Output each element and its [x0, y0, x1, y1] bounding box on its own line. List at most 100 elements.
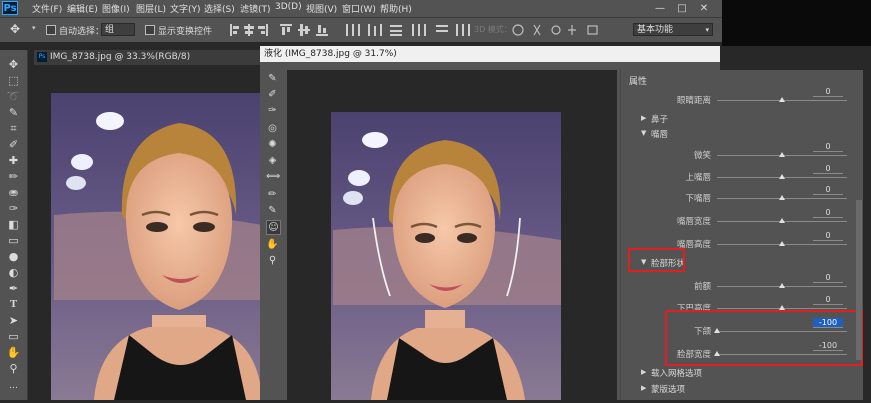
menu-filter[interactable]: 滤镜(T): [240, 2, 271, 15]
slider-value-field[interactable]: 0: [813, 185, 843, 195]
pucker-tool-icon[interactable]: ✺: [266, 138, 279, 151]
properties-panel: 属性 眼睛距离 0 ▶ 鼻子 ▼ 嘴唇 微笑 0 上嘴唇 0 下嘴唇 0 嘴唇宽度 0 嘴唇高度 0 ▼ 脸部形状…: [620, 70, 863, 400]
section-toggle-icon[interactable]: ▶: [641, 114, 646, 122]
menu-help[interactable]: 帮助(H): [380, 2, 412, 15]
path-select-tool-icon[interactable]: ➤: [6, 314, 21, 327]
close-icon[interactable]: ✕: [694, 1, 714, 16]
gradient-tool-icon[interactable]: ▭: [6, 234, 21, 247]
menu-view[interactable]: 视图(V): [306, 2, 337, 15]
workspace-value: 基本功能: [637, 25, 674, 35]
ps-file-icon: Ps: [37, 51, 47, 62]
menu-file[interactable]: 文件(F): [32, 2, 62, 15]
type-tool-icon[interactable]: T: [6, 298, 21, 311]
3d-mode-icons[interactable]: [510, 22, 620, 38]
push-left-tool-icon[interactable]: ⟺: [266, 170, 280, 183]
slider-value-field[interactable]: 0: [813, 208, 843, 218]
toolbox: ✥ ⬚ ➰ ✎ ⌗ ✐ ✚ ✏ ⛂ ✑ ◧ ▭ ● ◐ ✒ T ➤ ▭ ✋ ⚲ …: [0, 50, 28, 400]
document-canvas[interactable]: [34, 65, 262, 400]
dodge-tool-icon[interactable]: ◐: [6, 266, 21, 279]
smooth-tool-icon[interactable]: ✑: [266, 104, 279, 117]
section-toggle-icon[interactable]: ▼: [641, 129, 646, 137]
slider-thumb[interactable]: [779, 174, 785, 179]
menu-image[interactable]: 图像(I): [102, 2, 130, 15]
blur-tool-icon[interactable]: ●: [6, 250, 21, 263]
reconstruct-tool-icon[interactable]: ✐: [266, 88, 279, 101]
slider-thumb[interactable]: [779, 218, 785, 223]
slider-value-field[interactable]: 0: [813, 295, 843, 305]
marquee-tool-icon[interactable]: ⬚: [6, 74, 21, 87]
3d-mode-label: 3D 模式：: [474, 25, 512, 34]
twirl-tool-icon[interactable]: ◎: [266, 122, 279, 135]
hand-tool-icon[interactable]: ✋: [266, 238, 279, 251]
slider-value-field[interactable]: 0: [813, 273, 843, 283]
history-brush-tool-icon[interactable]: ✑: [6, 202, 21, 215]
hand-tool-icon[interactable]: ✋: [6, 346, 21, 359]
shape-tool-icon[interactable]: ▭: [6, 330, 21, 343]
options-bar: ✥ ▾ 自动选择： 组 显示变换控件 3D 模式： 基本功能 ▾: [0, 17, 722, 42]
eyedropper-tool-icon[interactable]: ✐: [6, 138, 21, 151]
menu-select[interactable]: 选择(S): [204, 2, 235, 15]
liquify-preview[interactable]: [287, 70, 617, 400]
forward-warp-tool-icon[interactable]: ✎: [266, 72, 279, 85]
brush-tool-icon[interactable]: ✏: [6, 170, 21, 183]
bloat-tool-icon[interactable]: ◈: [266, 154, 279, 167]
dropdown-arrow-icon: ▾: [705, 26, 709, 34]
slider-thumb[interactable]: [779, 152, 785, 157]
freeze-mask-tool-icon[interactable]: ✏: [266, 188, 279, 201]
healing-brush-tool-icon[interactable]: ✚: [6, 154, 21, 167]
show-transform-checkbox[interactable]: [145, 25, 155, 35]
document-tab[interactable]: Ps IMG_8738.jpg @ 33.3%(RGB/8): [34, 50, 264, 65]
menu-3d[interactable]: 3D(D): [275, 2, 302, 12]
thaw-mask-tool-icon[interactable]: ✎: [266, 204, 279, 217]
section-label[interactable]: 鼻子: [651, 113, 668, 125]
show-transform-label: 显示变换控件: [158, 27, 213, 37]
slider-label: 微笑: [693, 151, 711, 161]
slider-value-field[interactable]: 0: [813, 231, 843, 241]
zoom-tool-icon[interactable]: ⚲: [266, 254, 279, 267]
move-tool-icon[interactable]: ✥: [6, 58, 21, 71]
menu-layer[interactable]: 图层(L): [136, 2, 166, 15]
menu-type[interactable]: 文字(Y): [170, 2, 201, 15]
auto-select-label: 自动选择：: [59, 27, 105, 37]
auto-select-value: 组: [105, 25, 115, 35]
auto-select-checkbox[interactable]: [46, 25, 56, 35]
properties-scrollbar[interactable]: [856, 200, 862, 360]
quick-select-tool-icon[interactable]: ✎: [6, 106, 21, 119]
document-tab-title: IMG_8738.jpg @ 33.3%(RGB/8): [50, 52, 191, 62]
align-distribute-icons[interactable]: [228, 22, 508, 38]
section-label[interactable]: 载入网格选项: [651, 367, 702, 379]
liquify-toolbar: ✎ ✐ ✑ ◎ ✺ ◈ ⟺ ✏ ✎ ☺ ✋ ⚲: [264, 70, 281, 400]
slider-label: 嘴唇宽度: [676, 217, 711, 227]
zoom-tool-icon[interactable]: ⚲: [6, 362, 21, 375]
move-tool-icon[interactable]: ✥: [10, 22, 20, 36]
tool-preset-dropdown-icon[interactable]: ▾: [32, 24, 36, 32]
section-label[interactable]: 嘴唇: [651, 128, 668, 140]
photo-original: [51, 93, 262, 400]
section-toggle-icon[interactable]: ▶: [641, 384, 646, 392]
crop-tool-icon[interactable]: ⌗: [6, 122, 21, 135]
slider-value-field[interactable]: 0: [813, 142, 843, 152]
pen-tool-icon[interactable]: ✒: [6, 282, 21, 295]
auto-select-dropdown[interactable]: 组: [101, 23, 135, 36]
slider-value-field[interactable]: 0: [813, 87, 843, 97]
slider-label: 前额: [693, 282, 711, 292]
slider-value-field[interactable]: 0: [813, 164, 843, 174]
slider-thumb[interactable]: [779, 97, 785, 102]
slider-thumb[interactable]: [779, 283, 785, 288]
menu-window[interactable]: 窗口(W): [342, 2, 376, 15]
workspace-dropdown[interactable]: 基本功能 ▾: [633, 23, 713, 36]
eraser-tool-icon[interactable]: ◧: [6, 218, 21, 231]
section-label[interactable]: 蒙版选项: [651, 383, 685, 395]
more-tools-icon[interactable]: …: [6, 380, 21, 393]
minimize-icon[interactable]: —: [650, 1, 670, 16]
lasso-tool-icon[interactable]: ➰: [6, 90, 21, 103]
face-tool-icon[interactable]: ☺: [266, 220, 281, 235]
photo-liquify-preview: [331, 112, 561, 400]
slider-thumb[interactable]: [779, 241, 785, 246]
clone-stamp-tool-icon[interactable]: ⛂: [6, 186, 21, 199]
section-toggle-icon[interactable]: ▶: [641, 368, 646, 376]
face-shape-highlight: [628, 248, 685, 272]
menu-edit[interactable]: 编辑(E): [67, 2, 98, 15]
slider-thumb[interactable]: [779, 195, 785, 200]
maximize-icon[interactable]: □: [672, 1, 692, 16]
